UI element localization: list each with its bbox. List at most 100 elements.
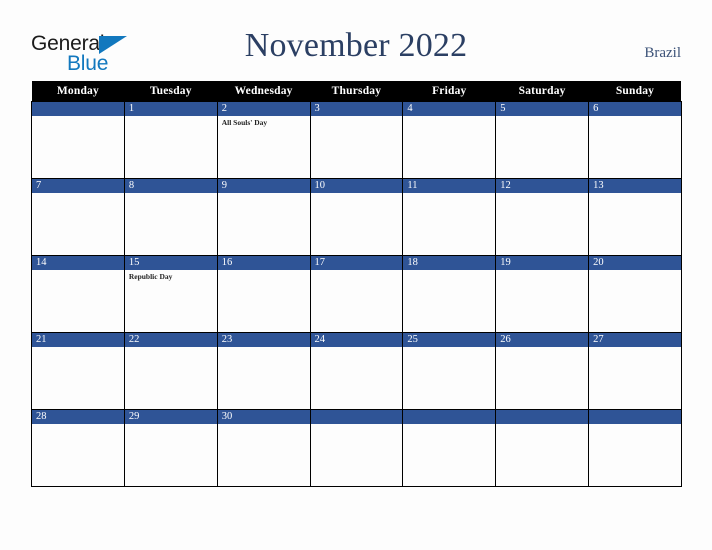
calendar-day-cell[interactable]: 19 <box>495 255 590 333</box>
date-number: 11 <box>403 179 496 193</box>
calendar-day-cell[interactable]: 5 <box>495 101 590 179</box>
calendar-day-cell[interactable] <box>309 409 404 487</box>
date-number: 9 <box>217 179 310 193</box>
day-cell-inner: 17 <box>310 256 403 332</box>
calendar-day-cell[interactable]: 4 <box>402 101 497 179</box>
date-number: 20 <box>589 256 681 270</box>
holiday-event: All Souls' Day <box>221 118 268 127</box>
calendar-day-cell[interactable]: 21 <box>31 332 125 410</box>
day-events: All Souls' Day <box>218 116 310 128</box>
date-number: 12 <box>496 179 589 193</box>
day-cell-inner: 6 <box>589 102 681 178</box>
calendar-day-cell[interactable] <box>588 409 682 487</box>
date-number: 27 <box>589 333 681 347</box>
day-events <box>311 424 403 426</box>
page-header: General Blue November 2022 Brazil <box>0 0 712 81</box>
date-number: 4 <box>403 102 496 116</box>
day-cell-inner: 18 <box>403 256 496 332</box>
calendar-day-cell[interactable]: 12 <box>495 178 590 256</box>
calendar-day-cell[interactable]: 29 <box>123 409 218 487</box>
day-cell-inner <box>589 410 681 486</box>
date-number: 28 <box>32 410 124 424</box>
day-events <box>403 116 495 118</box>
weekday-header-friday: Friday <box>402 81 496 102</box>
calendar-day-cell[interactable]: 27 <box>588 332 682 410</box>
calendar-day-cell[interactable]: 17 <box>309 255 404 333</box>
calendar-day-cell[interactable]: 28 <box>31 409 125 487</box>
day-events <box>496 347 588 349</box>
date-number: 17 <box>310 256 403 270</box>
day-cell-inner: 29 <box>124 410 217 486</box>
date-number <box>310 410 403 424</box>
weekday-header-saturday: Saturday <box>495 81 589 102</box>
day-events <box>311 116 403 118</box>
day-events <box>32 193 124 195</box>
calendar-week-row: 7 8 9 10 11 12 13 <box>31 178 682 256</box>
day-cell-inner: 8 <box>124 179 217 255</box>
calendar-day-cell[interactable]: 16 <box>216 255 311 333</box>
calendar-week-row: 14 15 Republic Day 16 17 18 19 20 <box>31 255 682 333</box>
date-number: 3 <box>310 102 403 116</box>
day-cell-inner: 12 <box>496 179 589 255</box>
calendar-day-cell[interactable]: 22 <box>123 332 218 410</box>
day-events <box>218 424 310 426</box>
day-events <box>589 116 681 118</box>
day-cell-inner: 23 <box>217 333 310 409</box>
date-number: 7 <box>32 179 124 193</box>
weekday-header-tuesday: Tuesday <box>124 81 218 102</box>
date-number: 26 <box>496 333 589 347</box>
calendar-day-cell[interactable]: 7 <box>31 178 125 256</box>
holiday-event: Republic Day <box>128 272 173 281</box>
date-number: 16 <box>217 256 310 270</box>
day-events <box>496 116 588 118</box>
calendar-day-cell[interactable]: 1 <box>123 101 218 179</box>
weekday-header-monday: Monday <box>31 81 125 102</box>
weekday-header-sunday: Sunday <box>588 81 682 102</box>
calendar-day-cell[interactable]: 26 <box>495 332 590 410</box>
date-number: 18 <box>403 256 496 270</box>
calendar-day-cell[interactable]: 24 <box>309 332 404 410</box>
calendar-day-cell[interactable] <box>31 101 125 179</box>
calendar-day-cell[interactable]: 9 <box>216 178 311 256</box>
day-events <box>125 347 217 349</box>
calendar-day-cell[interactable]: 13 <box>588 178 682 256</box>
day-events <box>403 270 495 272</box>
day-events <box>32 347 124 349</box>
date-number: 29 <box>124 410 217 424</box>
day-events <box>218 270 310 272</box>
day-events <box>589 347 681 349</box>
day-events <box>496 193 588 195</box>
calendar-day-cell[interactable]: 10 <box>309 178 404 256</box>
calendar-day-cell[interactable] <box>402 409 497 487</box>
calendar-day-cell[interactable]: 6 <box>588 101 682 179</box>
calendar-day-cell[interactable]: 20 <box>588 255 682 333</box>
calendar-day-cell[interactable]: 30 <box>216 409 311 487</box>
day-cell-inner: 7 <box>32 179 124 255</box>
calendar-day-cell[interactable]: 3 <box>309 101 404 179</box>
calendar-day-cell[interactable]: 14 <box>31 255 125 333</box>
day-events <box>218 193 310 195</box>
calendar-day-cell[interactable]: 18 <box>402 255 497 333</box>
date-number: 19 <box>496 256 589 270</box>
calendar-day-cell[interactable]: 2 All Souls' Day <box>216 101 311 179</box>
calendar-day-cell[interactable]: 11 <box>402 178 497 256</box>
calendar-day-cell[interactable]: 23 <box>216 332 311 410</box>
calendar-day-cell[interactable]: 8 <box>123 178 218 256</box>
day-cell-inner: 27 <box>589 333 681 409</box>
date-number <box>403 410 496 424</box>
day-events <box>125 193 217 195</box>
country-label: Brazil <box>644 45 681 61</box>
calendar-week-row: 28 29 30 <box>31 409 682 487</box>
day-events <box>311 270 403 272</box>
day-events <box>311 193 403 195</box>
day-cell-inner: 10 <box>310 179 403 255</box>
weekday-header-wednesday: Wednesday <box>217 81 311 102</box>
day-cell-inner: 3 <box>310 102 403 178</box>
calendar-day-cell[interactable] <box>495 409 590 487</box>
day-cell-inner: 26 <box>496 333 589 409</box>
calendar-day-cell[interactable]: 25 <box>402 332 497 410</box>
date-number <box>496 410 589 424</box>
day-cell-inner: 19 <box>496 256 589 332</box>
calendar-day-cell[interactable]: 15 Republic Day <box>123 255 218 333</box>
date-number: 13 <box>589 179 681 193</box>
